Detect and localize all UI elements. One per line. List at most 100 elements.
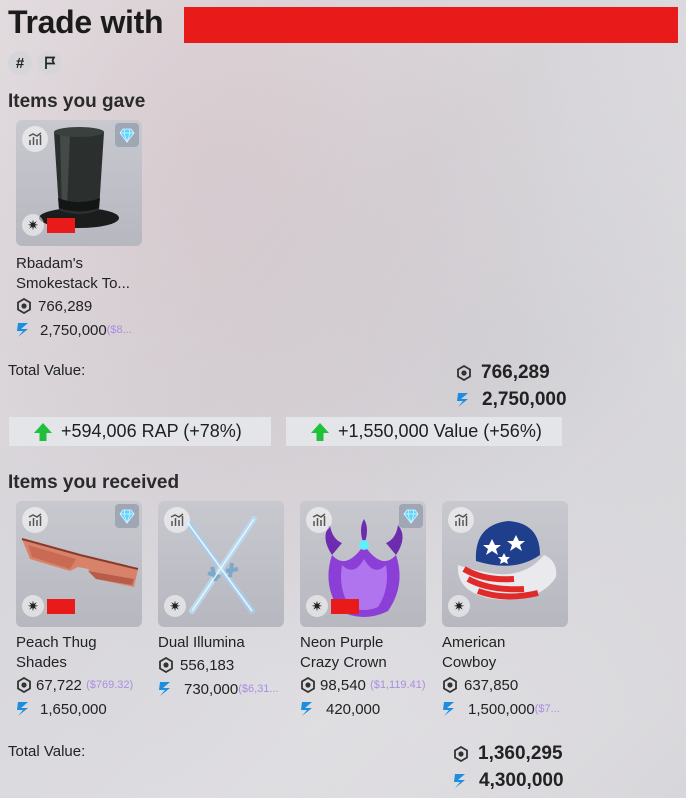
report-flag-button[interactable] [38, 51, 62, 75]
stats-icon [27, 512, 43, 528]
item-rap: 98,540 [320, 676, 366, 694]
item-value-row: 1,500,000 ($7... [442, 697, 574, 721]
stats-icon [311, 512, 327, 528]
rarity-badge: ✷ [22, 595, 75, 617]
item-thumbnail[interactable]: ✷ [16, 120, 142, 246]
item-name-line1: Dual Illumina [158, 634, 245, 651]
stats-icon [27, 131, 43, 147]
sun-icon: ✷ [164, 595, 186, 617]
sun-icon: ✷ [306, 595, 328, 617]
rap-icon [456, 365, 472, 381]
total-rap: 766,289 [481, 362, 550, 383]
item-card[interactable]: ✷ American Cowboy 637,850 1,500,000 ($7..… [442, 501, 574, 721]
total-rap-row: 1,360,295 [453, 741, 564, 767]
section-title-gave: Items you gave [8, 91, 146, 112]
item-name-line2: Crazy Crown [300, 654, 387, 671]
sun-icon: ✷ [22, 595, 44, 617]
item-rap: 67,722 [36, 676, 82, 694]
item-name-line1: American [442, 634, 506, 651]
diamond-icon [119, 508, 135, 524]
total-rap-row: 766,289 [456, 360, 567, 386]
value-icon [456, 392, 470, 408]
up-arrow-icon [33, 422, 53, 442]
rap-gain-banner: +594,006 RAP (+78%) [9, 417, 271, 446]
item-name-line2: Cowboy [442, 654, 497, 671]
value-icon [442, 701, 456, 717]
item-card[interactable]: ✷ Dual Illumina 556,183 730,000 ($6,31... [158, 501, 290, 701]
item-thumbnail[interactable]: ✷ [442, 501, 568, 627]
stats-button[interactable] [164, 507, 190, 533]
diamond-icon [119, 127, 135, 143]
stats-button[interactable] [22, 507, 48, 533]
item-thumbnail[interactable]: ✷ [300, 501, 426, 627]
item-value: 1,500,000 [468, 700, 535, 718]
value-icon [453, 773, 467, 789]
item-name-line2: Shades [16, 654, 67, 671]
total-value-row: 4,300,000 [453, 768, 564, 794]
diamond-icon [403, 508, 419, 524]
item-rap-row: 98,540 ($1,119.41) [300, 673, 432, 697]
item-card[interactable]: ✷ Neon Purple Crazy Crown 98,540 ($1,119… [300, 501, 432, 721]
item-value-row: 1,650,000 [16, 697, 148, 721]
rarity-badge: ✷ [164, 595, 186, 617]
item-rap-row: 67,722 ($769.32) [16, 673, 148, 697]
item-value: 420,000 [326, 700, 381, 718]
section-title-received: Items you received [8, 472, 180, 493]
item-value-usd: ($7... [534, 703, 560, 715]
total-value-row: 2,750,000 [456, 387, 567, 413]
item-value-usd: ($6,31... [238, 683, 279, 695]
item-value: 1,650,000 [40, 700, 107, 718]
rarity-badge: ✷ [306, 595, 359, 617]
rap-icon [300, 677, 316, 693]
page-title: Trade with [8, 4, 164, 40]
item-value: 730,000 [184, 680, 239, 698]
sun-icon: ✷ [448, 595, 470, 617]
total-value: 4,300,000 [479, 770, 564, 791]
item-name-line2: Smokestack To... [16, 275, 130, 292]
total-value-label-gave: Total Value: [8, 362, 86, 379]
rap-icon [16, 298, 32, 314]
item-card[interactable]: ✷ Rbadam's Smokestack To... 766,289 2,75… [16, 120, 148, 342]
sun-icon: ✷ [22, 214, 44, 236]
item-rap: 766,289 [38, 297, 93, 315]
value-icon [300, 701, 314, 717]
stats-button[interactable] [448, 507, 474, 533]
item-rap: 637,850 [464, 676, 519, 694]
item-rap-usd: ($769.32) [86, 679, 134, 691]
rarity-badge: ✷ [448, 595, 470, 617]
item-value-row: 420,000 [300, 697, 432, 721]
item-rap-row: 556,183 [158, 653, 290, 677]
total-received: 1,360,295 4,300,000 [453, 741, 564, 794]
rap-icon [16, 677, 32, 693]
total-rap: 1,360,295 [478, 743, 563, 764]
rarity-badge: ✷ [22, 214, 75, 236]
redacted-tag [331, 598, 359, 614]
item-name-line1: Neon Purple [300, 634, 384, 651]
stats-icon [453, 512, 469, 528]
premium-badge [115, 504, 139, 528]
hash-button[interactable]: # [8, 51, 32, 75]
sunglasses-image [21, 538, 139, 587]
rap-icon [442, 677, 458, 693]
total-gave: 766,289 2,750,000 [456, 360, 567, 413]
item-name-line1: Rbadam's [16, 255, 84, 272]
total-value-label-received: Total Value: [8, 743, 86, 760]
item-thumbnail[interactable]: ✷ [158, 501, 284, 627]
item-rap-row: 637,850 [442, 673, 574, 697]
premium-badge [399, 504, 423, 528]
item-value-row: 730,000 ($6,31... [158, 677, 290, 701]
value-gain-banner: +1,550,000 Value (+56%) [286, 417, 562, 446]
rap-gain-text: +594,006 RAP (+78%) [61, 421, 242, 441]
redacted-tag [47, 217, 75, 233]
item-thumbnail[interactable]: ✷ [16, 501, 142, 627]
item-card[interactable]: ✷ Peach Thug Shades 67,722 ($769.32) 1,6… [16, 501, 148, 721]
stats-button[interactable] [22, 126, 48, 152]
value-gain-text: +1,550,000 Value (+56%) [338, 421, 542, 441]
stats-icon [169, 512, 185, 528]
redacted-username [184, 7, 678, 43]
hash-icon: # [15, 54, 25, 72]
stats-button[interactable] [306, 507, 332, 533]
redacted-tag [47, 598, 75, 614]
item-value: 2,750,000 [40, 321, 107, 339]
value-icon [16, 322, 30, 338]
